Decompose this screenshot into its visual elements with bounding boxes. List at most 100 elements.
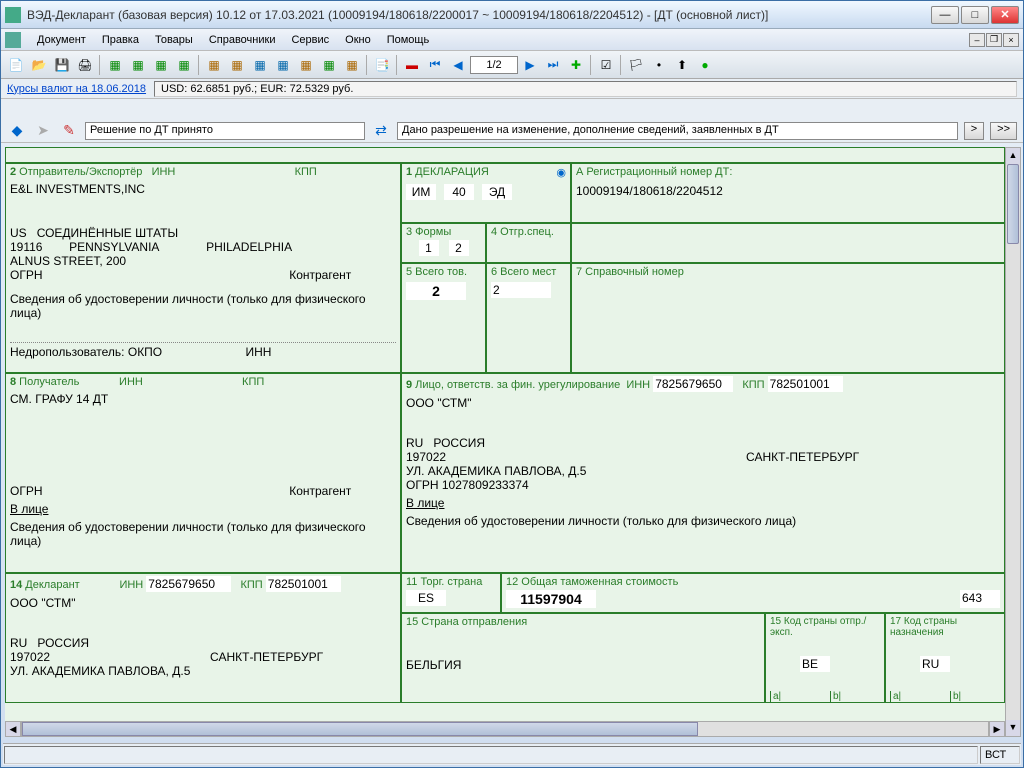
field-12-customs-value: 12 Общая таможенная стоимость 11597904 6… <box>501 573 1005 613</box>
check-icon[interactable]: ☑ <box>595 54 617 76</box>
field-1-declaration: 1 ДЕКЛАРАЦИЯ ◉ ИМ 40 ЭД <box>401 163 571 223</box>
f14-inn[interactable]: 7825679650 <box>146 576 231 592</box>
titlebar: ВЭД-Декларант (базовая версия) 10.12 от … <box>1 1 1023 29</box>
first-icon[interactable]: ⏮ <box>424 54 446 76</box>
nav-arrow-icon[interactable]: ➤ <box>33 121 53 141</box>
f14-kpp[interactable]: 782501001 <box>266 576 341 592</box>
mdi-restore[interactable]: ❐ <box>986 33 1002 47</box>
nav-pen-icon[interactable]: ✎ <box>59 121 79 141</box>
scroll-thumb[interactable] <box>1007 164 1019 244</box>
f12-val2[interactable]: 643 <box>960 590 1000 608</box>
mdi-close[interactable]: × <box>1003 33 1019 47</box>
scroll-up-icon[interactable]: ▲ <box>1006 148 1020 164</box>
minimize-button[interactable]: — <box>931 6 959 24</box>
nav-next-button[interactable]: > <box>964 122 984 140</box>
toolbar: 📄 📂 💾 🖨 ▦ ▦ ▦ ▦ ▦ ▦ ▦ ▦ ▦ ▦ ▦ 📑 ▬ ⏮ ◀ ▶ … <box>1 51 1023 79</box>
field-17-dest-code: 17 Код страны назначения RU a| b| <box>885 613 1005 703</box>
f9-inn[interactable]: 7825679650 <box>653 376 733 392</box>
nav-swap-icon[interactable]: ⇄ <box>371 121 391 141</box>
globe-icon[interactable]: ● <box>694 54 716 76</box>
grid6-icon[interactable]: ▦ <box>318 54 340 76</box>
next-icon[interactable]: ▶ <box>519 54 541 76</box>
save-icon[interactable]: 💾 <box>51 54 73 76</box>
menu-service[interactable]: Сервис <box>283 32 337 48</box>
infobar: Курсы валют на 18.06.2018 USD: 62.6851 р… <box>1 79 1023 99</box>
f9-kpp[interactable]: 782501001 <box>768 376 843 392</box>
mdi-minimize[interactable]: – <box>969 33 985 47</box>
last-icon[interactable]: ⏭ <box>542 54 564 76</box>
print-icon[interactable]: 🖨 <box>74 54 96 76</box>
status-box-1[interactable]: Решение по ДТ принято <box>85 122 365 140</box>
close-button[interactable]: ✕ <box>991 6 1019 24</box>
dot-icon[interactable]: • <box>648 54 670 76</box>
fA-val: 10009194/180618/2204512 <box>576 184 1000 198</box>
prev-icon[interactable]: ◀ <box>447 54 469 76</box>
hscroll-thumb[interactable] <box>22 722 698 736</box>
doc-icon <box>5 32 21 48</box>
flag-icon[interactable]: 🏳 <box>625 54 647 76</box>
grid3-icon[interactable]: ▦ <box>249 54 271 76</box>
f1-v2[interactable]: 40 <box>444 184 474 200</box>
field-11-trade-country: 11 Торг. страна ES <box>401 573 501 613</box>
vertical-scrollbar[interactable]: ▲ ▼ <box>1005 147 1021 737</box>
f5-val[interactable]: 2 <box>406 282 466 300</box>
f1-v3[interactable]: ЭД <box>482 184 512 200</box>
open-icon[interactable]: 📂 <box>28 54 50 76</box>
f8-name: СМ. ГРАФУ 14 ДТ <box>10 392 396 406</box>
sheet4-icon[interactable]: ▦ <box>173 54 195 76</box>
f9-vlice-link[interactable]: В лице <box>406 496 1000 510</box>
maximize-button[interactable]: □ <box>961 6 989 24</box>
menu-goods[interactable]: Товары <box>147 32 201 48</box>
field-7-refnum: 7 Справочный номер <box>571 263 1005 373</box>
menu-document[interactable]: Документ <box>29 32 94 48</box>
f12-val[interactable]: 11597904 <box>506 590 596 608</box>
f3-v2[interactable]: 2 <box>449 240 469 256</box>
upload-icon[interactable]: ⬆ <box>671 54 693 76</box>
f1-v1[interactable]: ИМ <box>406 184 436 200</box>
f2-title: 2 Отправитель/Экспортёр <box>10 166 142 178</box>
menu-help[interactable]: Помощь <box>379 32 438 48</box>
f17c-val[interactable]: RU <box>920 656 950 672</box>
field-3-forms: 3 Формы 1 2 <box>401 223 486 263</box>
horizontal-scrollbar[interactable]: ◀ ▶ <box>5 721 1005 737</box>
menubar: Документ Правка Товары Справочники Серви… <box>1 29 1023 51</box>
status-box-2[interactable]: Дано разрешение на изменение, дополнение… <box>397 122 958 140</box>
grid5-icon[interactable]: ▦ <box>295 54 317 76</box>
menu-window[interactable]: Окно <box>337 32 379 48</box>
rates-link[interactable]: Курсы валют на 18.06.2018 <box>7 83 146 95</box>
nav-last-button[interactable]: >> <box>990 122 1017 140</box>
declaration-form: 2 Отправитель/Экспортёр ИНН КПП E&L INVE… <box>5 147 1005 737</box>
scroll-down-icon[interactable]: ▼ <box>1006 720 1020 736</box>
app-icon <box>5 7 21 23</box>
field-a-regnum: А Регистрационный номер ДТ: 10009194/180… <box>571 163 1005 223</box>
f15c-val[interactable]: BE <box>800 656 830 672</box>
grid2-icon[interactable]: ▦ <box>226 54 248 76</box>
add-icon[interactable]: ✚ <box>565 54 587 76</box>
f11-val[interactable]: ES <box>406 590 446 606</box>
new-icon[interactable]: 📄 <box>5 54 27 76</box>
statusbar: ВСТ <box>3 743 1021 765</box>
status-main <box>4 746 978 764</box>
field-6-total-places: 6 Всего мест 2 <box>486 263 571 373</box>
delete-icon[interactable]: ▬ <box>401 54 423 76</box>
export-icon[interactable]: 📑 <box>371 54 393 76</box>
scroll-left-icon[interactable]: ◀ <box>5 721 21 737</box>
menu-edit[interactable]: Правка <box>94 32 147 48</box>
f8-vlice-link[interactable]: В лице <box>10 502 396 516</box>
page-input[interactable] <box>470 56 518 74</box>
grid1-icon[interactable]: ▦ <box>203 54 225 76</box>
field-14-declarant: 14 Декларант ИНН 7825679650 КПП 78250100… <box>5 573 401 703</box>
sheet3-icon[interactable]: ▦ <box>150 54 172 76</box>
grid4-icon[interactable]: ▦ <box>272 54 294 76</box>
sheet1-icon[interactable]: ▦ <box>104 54 126 76</box>
grid7-icon[interactable]: ▦ <box>341 54 363 76</box>
nav-diamond-icon[interactable]: ◆ <box>7 121 27 141</box>
scroll-right-icon[interactable]: ▶ <box>989 721 1005 737</box>
f3-v1[interactable]: 1 <box>419 240 439 256</box>
sheet2-icon[interactable]: ▦ <box>127 54 149 76</box>
f2-name: E&L INVESTMENTS,INC <box>10 182 396 196</box>
f6-val[interactable]: 2 <box>491 282 551 298</box>
menu-references[interactable]: Справочники <box>201 32 284 48</box>
f15-val[interactable]: БЕЛЬГИЯ <box>406 658 760 672</box>
window-title: ВЭД-Декларант (базовая версия) 10.12 от … <box>27 8 931 22</box>
